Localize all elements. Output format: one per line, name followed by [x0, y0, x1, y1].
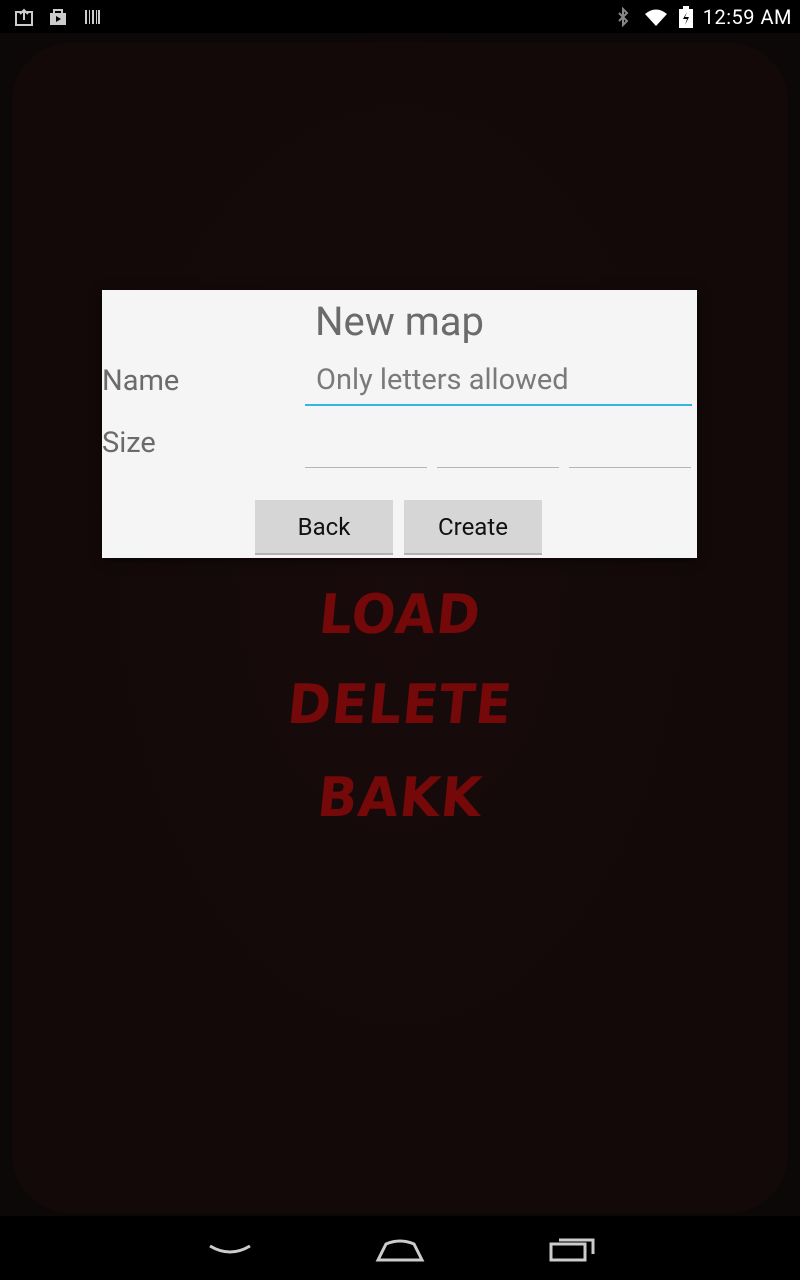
size-label: Size — [102, 426, 156, 460]
notification-icons — [14, 7, 102, 27]
navigation-bar — [0, 1216, 800, 1280]
recent-apps-icon[interactable] — [541, 1234, 601, 1264]
new-map-dialog: New map Name Size Back Create — [102, 290, 697, 558]
size-input-3[interactable] — [569, 430, 691, 468]
back-icon[interactable] — [200, 1234, 260, 1264]
back-button[interactable]: Back — [255, 500, 393, 553]
create-button[interactable]: Create — [404, 500, 542, 553]
name-label: Name — [102, 364, 180, 398]
status-bar: 12:59 AM — [0, 0, 800, 33]
wifi-icon — [644, 9, 667, 26]
notification-shop-icon — [50, 9, 66, 25]
clock: 12:59 AM — [702, 5, 792, 29]
size-input-1[interactable] — [305, 430, 427, 468]
barcode-icon — [85, 10, 100, 24]
system-icons: 12:59 AM — [613, 5, 792, 29]
notification-upload-icon — [15, 8, 33, 26]
home-icon[interactable] — [370, 1234, 430, 1264]
bluetooth-icon — [618, 7, 629, 27]
name-input[interactable] — [305, 356, 692, 406]
dialog-title: New map — [314, 298, 485, 345]
size-input-2[interactable] — [437, 430, 559, 468]
dim-overlay — [0, 33, 800, 1216]
battery-icon — [678, 6, 693, 28]
